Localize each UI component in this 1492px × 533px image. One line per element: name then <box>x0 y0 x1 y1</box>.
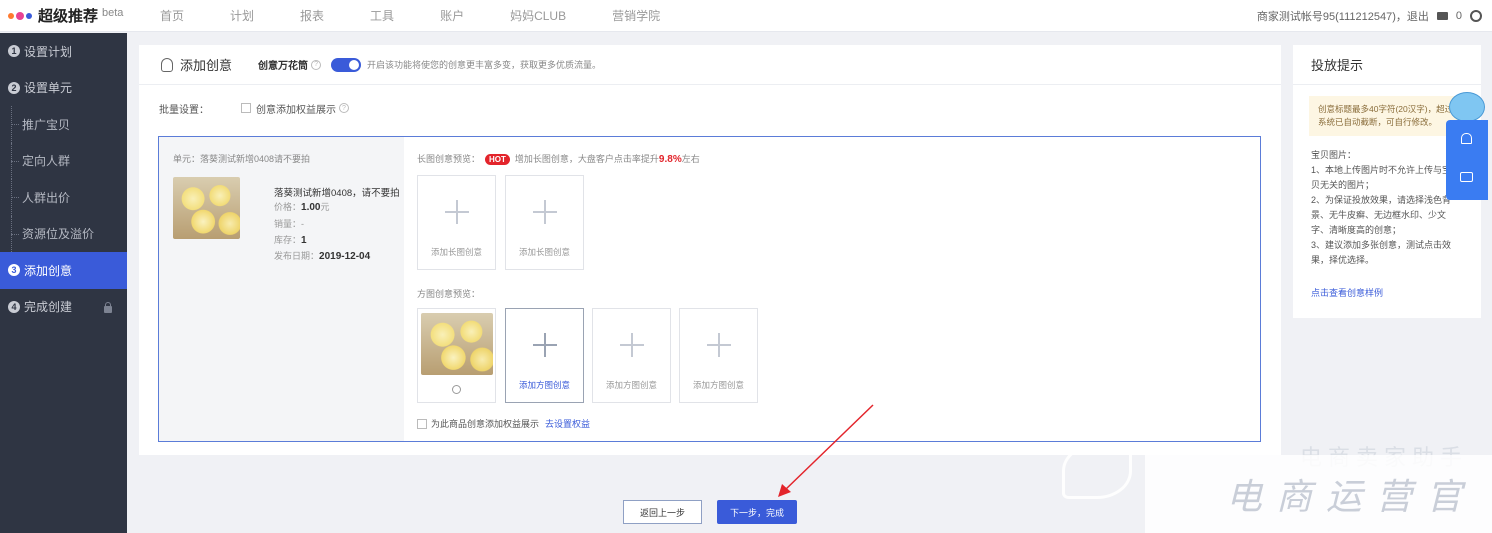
annotation-arrow <box>778 404 874 497</box>
watermark-line2: 电商运营官 <box>1145 455 1492 533</box>
watermark-logo-icon <box>1062 443 1132 499</box>
